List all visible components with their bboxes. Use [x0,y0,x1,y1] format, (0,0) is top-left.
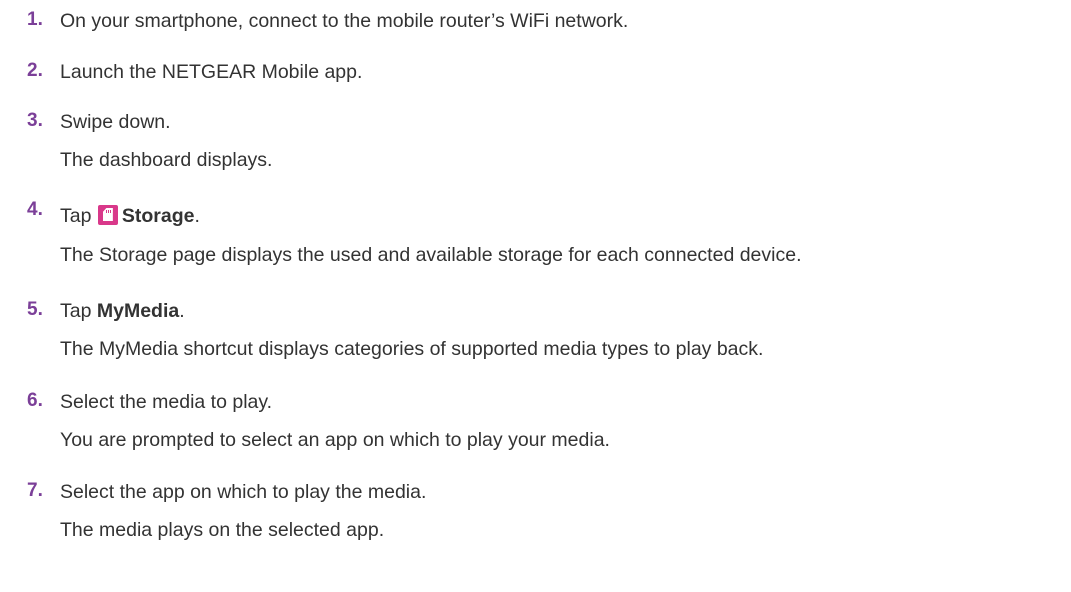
step-result: The MyMedia shortcut displays categories… [60,338,764,360]
mymedia-label: MyMedia [96,300,180,322]
step-instruction: Tap MyMedia. [60,300,185,322]
step-instruction: Swipe down. [60,111,171,133]
step-instruction: Select the app on which to play the medi… [60,481,427,503]
storage-icon [97,205,118,225]
step-instruction: Launch the NETGEAR Mobile app. [60,61,363,83]
storage-label: Storage [121,205,195,227]
step-number: 5. [27,299,43,320]
step-number: 7. [27,480,43,501]
instruction-suffix: . [194,205,200,227]
step-number: 2. [27,60,43,81]
step-result: You are prompted to select an app on whi… [60,429,610,451]
instruction-prefix: Tap [60,205,97,227]
instruction-prefix: Tap [60,300,97,322]
step-result: The media plays on the selected app. [60,519,385,541]
step-number: 4. [27,199,43,220]
step-result: The Storage page displays the used and a… [60,244,802,266]
step-result: The dashboard displays. [60,149,273,171]
step-instruction: On your smartphone, connect to the mobil… [60,10,629,32]
step-number: 3. [27,110,43,131]
procedure-steps: 1. On your smartphone, connect to the mo… [0,0,1071,592]
step-instruction: Tap Storage. [60,205,200,227]
instruction-suffix: . [179,300,185,322]
step-number: 6. [27,390,43,411]
step-instruction: Select the media to play. [60,391,273,413]
step-number: 1. [27,9,43,30]
